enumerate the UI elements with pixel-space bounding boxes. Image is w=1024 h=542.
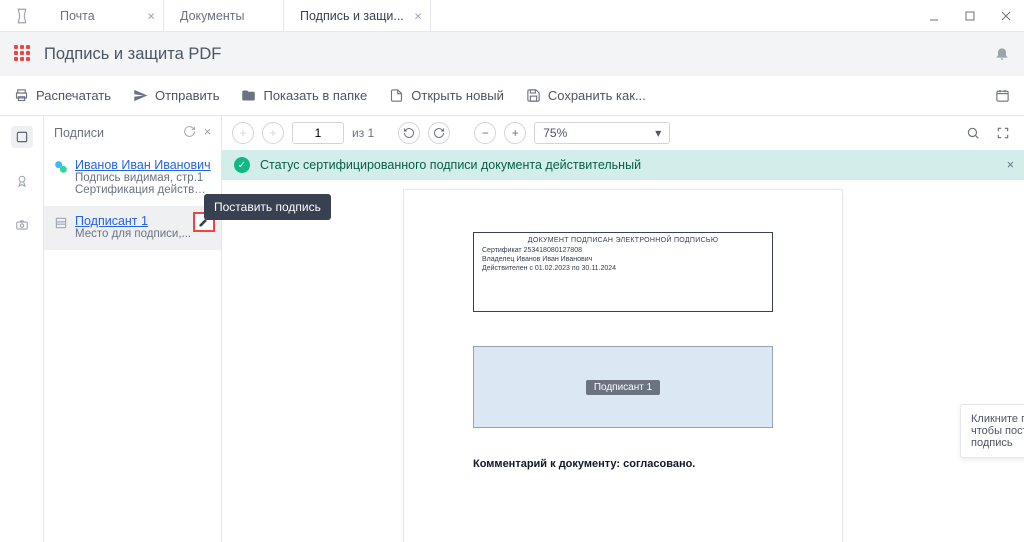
toolbar-label: Показать в папке	[263, 88, 367, 103]
status-text: Статус сертифицированного подписи докуме…	[260, 158, 641, 172]
hint-popover: Кликните по области, чтобы поставить под…	[960, 404, 1024, 458]
zoom-out-icon[interactable]: −	[474, 122, 496, 144]
slot-name: Подписант 1	[75, 214, 211, 228]
folder-icon	[241, 88, 256, 103]
tab-label: Почта	[60, 9, 95, 23]
rotate-left-icon[interactable]	[398, 122, 420, 144]
rail-cert-icon[interactable]	[11, 170, 33, 192]
signer-detail: Сертификация действите	[75, 184, 211, 196]
tab-label: Документы	[180, 9, 244, 23]
stamp-line: Владелец Иванов Иван Иванович	[482, 255, 764, 264]
status-banner: ✓ Статус сертифицированного подписи доку…	[222, 150, 1024, 180]
show-in-folder-button[interactable]: Показать в папке	[241, 88, 367, 103]
panel-header: Подписи ×	[44, 116, 221, 150]
tab-mail[interactable]: Почта ×	[44, 0, 164, 31]
signature-entry[interactable]: Иванов Иван Иванович Подпись видимая, ст…	[44, 150, 221, 206]
stamp-line: Действителен с 01.02.2023 по 30.11.2024	[482, 264, 764, 273]
signature-slot-entry[interactable]: Подписант 1 Место для подписи,...	[44, 206, 221, 250]
left-rail	[0, 116, 44, 542]
signatures-panel: Подписи × Иванов Иван Иванович Подпись в…	[44, 116, 222, 542]
open-new-button[interactable]: Открыть новый	[389, 88, 504, 103]
fullscreen-icon[interactable]	[992, 122, 1014, 144]
toolbar-label: Распечатать	[36, 88, 111, 103]
check-circle-icon: ✓	[234, 157, 250, 173]
panel-title: Подписи	[54, 126, 104, 140]
refresh-icon[interactable]	[183, 125, 196, 141]
print-icon	[14, 88, 29, 103]
search-icon[interactable]	[962, 122, 984, 144]
zoom-in-icon[interactable]: +	[504, 122, 526, 144]
chevron-down-icon: ▾	[655, 126, 661, 140]
prev-page-add-icon[interactable]: +	[232, 122, 254, 144]
toolbar: Распечатать Отправить Показать в папке О…	[0, 76, 1024, 116]
page-title: Подпись и защита PDF	[44, 45, 221, 64]
title-bar: Почта × Документы Подпись и защи... ×	[0, 0, 1024, 32]
signature-stamp: ДОКУМЕНТ ПОДПИСАН ЭЛЕКТРОННОЙ ПОДПИСЬЮ С…	[473, 232, 773, 312]
notifications-icon[interactable]	[994, 45, 1010, 64]
signature-slot-area[interactable]: Подписант 1	[473, 346, 773, 428]
close-icon[interactable]: ×	[147, 8, 155, 23]
close-icon[interactable]: ×	[204, 125, 211, 141]
slot-chip: Подписант 1	[586, 380, 660, 395]
stamp-line: Сертификат 253418080127808	[482, 246, 764, 255]
send-button[interactable]: Отправить	[133, 88, 219, 103]
close-icon[interactable]: ×	[1007, 158, 1014, 172]
signer-detail: Подпись видимая, стр.1	[75, 172, 211, 184]
page-number-input[interactable]	[292, 122, 344, 144]
toolbar-label: Открыть новый	[411, 88, 504, 103]
next-page-add-icon[interactable]: +	[262, 122, 284, 144]
zoom-select[interactable]: 75% ▾	[534, 122, 670, 144]
rotate-right-icon[interactable]	[428, 122, 450, 144]
stamp-title: ДОКУМЕНТ ПОДПИСАН ЭЛЕКТРОННОЙ ПОДПИСЬЮ	[482, 237, 764, 244]
toolbar-label: Сохранить как...	[548, 88, 646, 103]
save-icon	[526, 88, 541, 103]
signature-placeholder-icon	[54, 214, 68, 240]
viewer-toolbar: + + из 1 − + 75% ▾	[222, 116, 1024, 150]
rail-camera-icon[interactable]	[11, 214, 33, 236]
close-window-button[interactable]	[988, 0, 1024, 31]
minimize-button[interactable]	[916, 0, 952, 31]
tooltip-sign: Поставить подпись	[204, 194, 331, 220]
close-icon[interactable]: ×	[414, 8, 422, 23]
save-as-button[interactable]: Сохранить как...	[526, 88, 646, 103]
slot-detail: Место для подписи,...	[75, 228, 211, 240]
page-canvas[interactable]: ДОКУМЕНТ ПОДПИСАН ЭЛЕКТРОННОЙ ПОДПИСЬЮ С…	[222, 186, 1024, 542]
app-header: Подпись и защита PDF	[0, 32, 1024, 76]
maximize-button[interactable]	[952, 0, 988, 31]
calendar-button[interactable]	[995, 88, 1010, 103]
document-comment: Комментарий к документу: согласовано.	[473, 458, 773, 470]
page-total: из 1	[352, 126, 374, 140]
tab-sign-protect[interactable]: Подпись и защи... ×	[284, 0, 431, 31]
main-area: Подписи × Иванов Иван Иванович Подпись в…	[0, 116, 1024, 542]
signer-name: Иванов Иван Иванович	[75, 158, 211, 172]
window-controls	[916, 0, 1024, 31]
send-icon	[133, 88, 148, 103]
tab-label: Подпись и защи...	[300, 9, 404, 23]
tab-documents[interactable]: Документы	[164, 0, 284, 31]
document-icon	[389, 88, 404, 103]
toolbar-label: Отправить	[155, 88, 219, 103]
app-logo	[0, 0, 44, 31]
calendar-icon	[995, 88, 1010, 103]
signature-valid-icon	[54, 158, 68, 196]
document-viewer: + + из 1 − + 75% ▾ ✓ Статус сертифициров…	[222, 116, 1024, 542]
zoom-value: 75%	[543, 126, 567, 140]
app-menu-icon[interactable]	[14, 45, 32, 63]
rail-thumbnails-icon[interactable]	[11, 126, 33, 148]
pdf-page: ДОКУМЕНТ ПОДПИСАН ЭЛЕКТРОННОЙ ПОДПИСЬЮ С…	[404, 190, 842, 542]
print-button[interactable]: Распечатать	[14, 88, 111, 103]
hint-text: Кликните по области, чтобы поставить под…	[971, 413, 1024, 449]
